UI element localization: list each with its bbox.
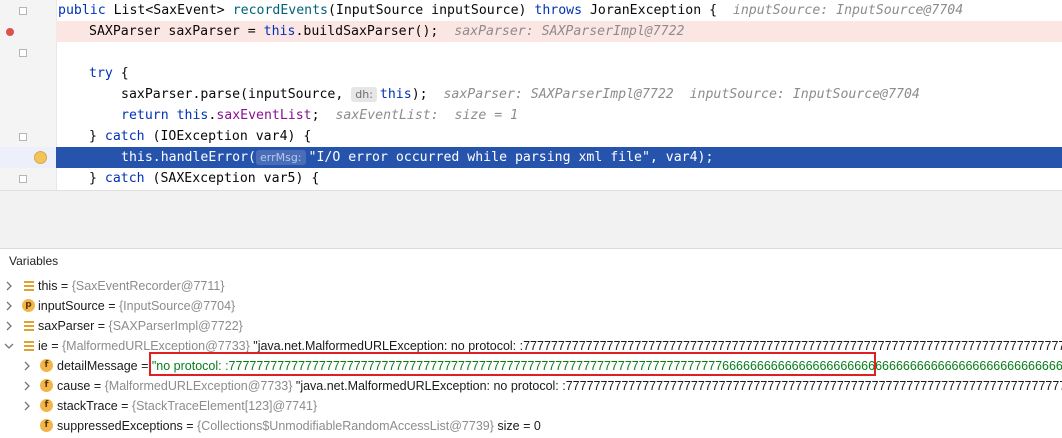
chevron-right-icon[interactable] — [4, 296, 14, 316]
code-line-9[interactable]: } catch (SAXException var5) { — [0, 168, 1062, 189]
field-icon: f — [40, 419, 53, 432]
code-text: SAXParser saxParser = this.buildSaxParse… — [89, 24, 685, 39]
variable-entry: inputSource = {InputSource@7704} — [38, 299, 236, 313]
chevron-right-icon[interactable] — [22, 376, 32, 396]
variable-entry: cause = {MalformedURLException@7733} "ja… — [57, 379, 1062, 393]
variable-row-saxparser[interactable]: saxParser = {SAXParserImpl@7722} — [0, 316, 1062, 336]
fold-marker[interactable] — [19, 7, 27, 15]
fold-marker[interactable] — [19, 49, 27, 57]
field-icon: f — [40, 399, 53, 412]
variable-row-this[interactable]: this = {SaxEventRecorder@7711} — [0, 276, 1062, 296]
code-text: try { — [89, 66, 129, 81]
fold-marker[interactable] — [19, 175, 27, 183]
parameter-icon: p — [22, 299, 35, 312]
parameter-hint: errMsg: — [255, 150, 306, 165]
code-line-5[interactable]: saxParser.parse(inputSource, dh: this); s… — [0, 84, 1062, 105]
chevron-right-icon[interactable] — [4, 316, 14, 336]
inline-debug-value: inputSource: InputSource@7704 — [732, 3, 964, 18]
code-line-2[interactable]: SAXParser saxParser = this.buildSaxParse… — [0, 21, 1062, 42]
code-line-6[interactable]: return this.saxEventList; saxEventList: … — [0, 105, 1062, 126]
code-text: public List<SaxEvent> recordEvents(Input… — [58, 3, 964, 18]
variable-entry: stackTrace = {StackTraceElement[123]@774… — [57, 399, 318, 413]
variable-entry: suppressedExceptions = {Collections$Unmo… — [57, 419, 541, 433]
variable-row-cause[interactable]: f cause = {MalformedURLException@7733} "… — [0, 376, 1062, 396]
code-line-1[interactable]: public List<SaxEvent> recordEvents(Input… — [0, 0, 1062, 21]
breakpoint-icon[interactable] — [6, 28, 14, 36]
code-text: } catch (IOException var4) { — [89, 129, 312, 144]
list-icon — [23, 316, 35, 336]
code-line-3[interactable] — [0, 42, 1062, 63]
field-icon: f — [40, 379, 53, 392]
highlight-annotation-box — [149, 352, 876, 376]
variable-entry: this = {SaxEventRecorder@7711} — [38, 279, 225, 293]
chevron-right-icon[interactable] — [4, 276, 14, 296]
chevron-down-icon[interactable] — [4, 336, 14, 356]
list-icon — [23, 276, 35, 296]
panel-separator[interactable] — [0, 190, 1062, 249]
code-editor[interactable]: public List<SaxEvent> recordEvents(Input… — [0, 0, 1062, 190]
field-icon: f — [40, 359, 53, 372]
chevron-right-icon[interactable] — [22, 356, 32, 376]
inline-debug-value: saxParser: SAXParserImpl@7722 inputSourc… — [443, 87, 920, 102]
variables-panel-title: Variables — [9, 254, 59, 268]
inline-debug-value: saxParser: SAXParserImpl@7722 — [454, 24, 685, 39]
code-text: } catch (SAXException var5) { — [89, 171, 320, 186]
variables-panel[interactable]: Variables this = {SaxEventRecorder@7711}… — [0, 248, 1062, 438]
parameter-hint: dh: — [351, 87, 377, 102]
lightbulb-icon[interactable] — [34, 151, 47, 164]
code-text: this.handleError(errMsg: "I/O error occur… — [121, 150, 714, 165]
list-icon — [23, 336, 35, 356]
fold-marker[interactable] — [19, 133, 27, 141]
variable-row-stacktrace[interactable]: f stackTrace = {StackTraceElement[123]@7… — [0, 396, 1062, 416]
variable-row-inputsource[interactable]: p inputSource = {InputSource@7704} — [0, 296, 1062, 316]
code-line-7[interactable]: } catch (IOException var4) { — [0, 126, 1062, 147]
variable-row-suppressedexceptions[interactable]: f suppressedExceptions = {Collections$Un… — [0, 416, 1062, 436]
code-line-4[interactable]: try { — [0, 63, 1062, 84]
current-execution-line[interactable]: this.handleError(errMsg: "I/O error occur… — [0, 147, 1062, 168]
variable-entry: saxParser = {SAXParserImpl@7722} — [38, 319, 243, 333]
inline-debug-value: saxEventList: size = 1 — [335, 108, 519, 123]
code-text: saxParser.parse(inputSource, dh: this); s… — [121, 87, 920, 102]
code-text: return this.saxEventList; saxEventList: … — [121, 108, 519, 123]
chevron-right-icon[interactable] — [22, 396, 32, 416]
